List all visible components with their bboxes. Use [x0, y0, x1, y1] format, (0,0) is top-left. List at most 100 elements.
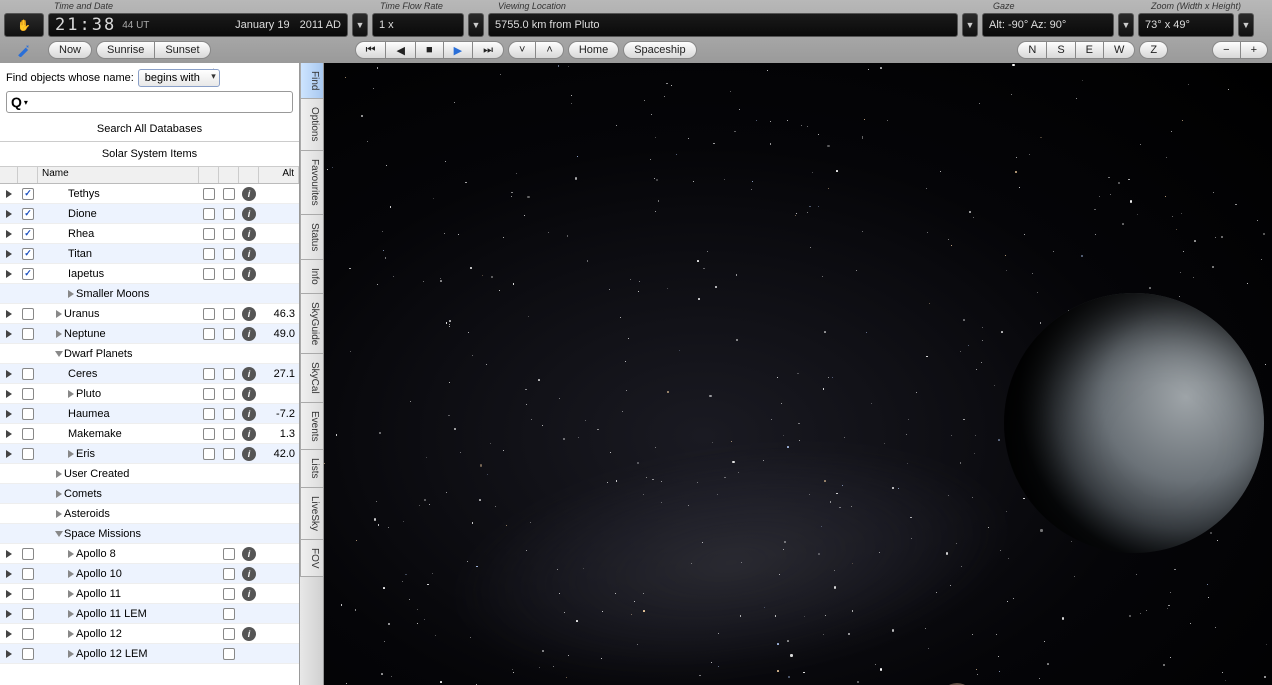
aux-checkbox-2[interactable] [223, 248, 235, 260]
disclosure-triangle-icon[interactable] [68, 610, 74, 618]
play-icon[interactable] [6, 630, 12, 638]
aux-checkbox-2[interactable] [223, 228, 235, 240]
tree-row[interactable]: Asteroids [0, 504, 299, 524]
zoom-in-button[interactable]: + [1240, 41, 1268, 59]
play-icon[interactable] [6, 590, 12, 598]
play-icon[interactable] [6, 370, 12, 378]
tree-row[interactable]: Tethysi [0, 184, 299, 204]
disclosure-triangle-icon[interactable] [56, 470, 62, 478]
tab-fov[interactable]: FOV [300, 540, 323, 578]
tree-row[interactable]: Plutoi [0, 384, 299, 404]
viewing-location-field[interactable]: 5755.0 km from Pluto [488, 13, 958, 37]
disclosure-triangle-icon[interactable] [68, 590, 74, 598]
object-tree[interactable]: TethysiDioneiRheaiTitaniIapetusiSmaller … [0, 184, 299, 685]
info-icon[interactable]: i [242, 247, 256, 261]
time-rate-dropdown[interactable]: ▼ [468, 13, 484, 37]
visibility-checkbox[interactable] [22, 648, 34, 660]
visibility-checkbox[interactable] [22, 568, 34, 580]
aux-checkbox-2[interactable] [223, 268, 235, 280]
tree-row[interactable]: Apollo 11i [0, 584, 299, 604]
visibility-checkbox[interactable] [22, 248, 34, 260]
visibility-checkbox[interactable] [22, 608, 34, 620]
visibility-checkbox[interactable] [22, 188, 34, 200]
look-down-button[interactable]: ˅ [508, 41, 535, 59]
search-all-databases-link[interactable]: Search All Databases [0, 117, 299, 142]
look-up-button[interactable]: ˄ [535, 41, 563, 59]
aux-checkbox-1[interactable] [203, 308, 215, 320]
info-icon[interactable]: i [242, 207, 256, 221]
aux-checkbox-1[interactable] [203, 188, 215, 200]
aux-checkbox-1[interactable] [203, 388, 215, 400]
skip-back-button[interactable]: ⏮ [355, 41, 386, 59]
visibility-checkbox[interactable] [22, 328, 34, 340]
aux-checkbox-2[interactable] [223, 388, 235, 400]
aux-checkbox-2[interactable] [223, 588, 235, 600]
tree-row[interactable]: Neptunei49.0 [0, 324, 299, 344]
now-button[interactable]: Now [48, 41, 92, 59]
aux-checkbox-1[interactable] [203, 208, 215, 220]
aux-checkbox-2[interactable] [223, 408, 235, 420]
aux-checkbox-1[interactable] [203, 328, 215, 340]
visibility-checkbox[interactable] [22, 208, 34, 220]
info-icon[interactable]: i [242, 367, 256, 381]
info-icon[interactable]: i [242, 407, 256, 421]
play-icon[interactable] [6, 570, 12, 578]
tree-row[interactable]: Smaller Moons [0, 284, 299, 304]
info-icon[interactable]: i [242, 387, 256, 401]
tree-row[interactable]: Uranusi46.3 [0, 304, 299, 324]
time-date-dropdown[interactable]: ▼ [352, 13, 368, 37]
info-icon[interactable]: i [242, 547, 256, 561]
info-icon[interactable]: i [242, 307, 256, 321]
aux-checkbox-1[interactable] [203, 228, 215, 240]
play-icon[interactable] [6, 430, 12, 438]
info-icon[interactable]: i [242, 227, 256, 241]
skip-forward-button[interactable]: ⏭ [472, 41, 504, 59]
visibility-checkbox[interactable] [22, 628, 34, 640]
dir-z-button[interactable]: Z [1139, 41, 1168, 59]
aux-checkbox-2[interactable] [223, 188, 235, 200]
play-icon[interactable] [6, 550, 12, 558]
dir-s-button[interactable]: S [1046, 41, 1074, 59]
aux-checkbox-2[interactable] [223, 428, 235, 440]
zoom-out-button[interactable]: − [1212, 41, 1239, 59]
tree-row[interactable]: Space Missions [0, 524, 299, 544]
tree-row[interactable]: Apollo 11 LEM [0, 604, 299, 624]
tab-lists[interactable]: Lists [300, 450, 323, 488]
search-mode-dropdown-icon[interactable]: ▾ [24, 98, 28, 107]
find-mode-select[interactable]: begins with [138, 69, 220, 87]
info-icon[interactable]: i [242, 187, 256, 201]
disclosure-triangle-icon[interactable] [68, 290, 74, 298]
disclosure-triangle-icon[interactable] [68, 630, 74, 638]
tab-favourites[interactable]: Favourites [300, 151, 323, 215]
visibility-checkbox[interactable] [22, 588, 34, 600]
tab-find[interactable]: Find [300, 63, 323, 99]
aux-checkbox-1[interactable] [203, 448, 215, 460]
aux-checkbox-1[interactable] [203, 268, 215, 280]
visibility-checkbox[interactable] [22, 448, 34, 460]
gaze-dropdown[interactable]: ▼ [1118, 13, 1134, 37]
info-icon[interactable]: i [242, 587, 256, 601]
sky-viewport[interactable] [324, 63, 1272, 685]
disclosure-triangle-icon[interactable] [56, 310, 62, 318]
aux-checkbox-2[interactable] [223, 608, 235, 620]
tab-options[interactable]: Options [300, 99, 323, 150]
play-icon[interactable] [6, 250, 12, 258]
play-icon[interactable] [6, 310, 12, 318]
aux-checkbox-2[interactable] [223, 568, 235, 580]
visibility-checkbox[interactable] [22, 228, 34, 240]
search-input[interactable] [32, 96, 288, 108]
info-icon[interactable]: i [242, 447, 256, 461]
aux-checkbox-2[interactable] [223, 208, 235, 220]
play-icon[interactable] [6, 190, 12, 198]
dir-w-button[interactable]: W [1103, 41, 1135, 59]
disclosure-triangle-icon[interactable] [68, 650, 74, 658]
tree-row[interactable]: Iapetusi [0, 264, 299, 284]
tree-row[interactable]: Dionei [0, 204, 299, 224]
play-icon[interactable] [6, 650, 12, 658]
sunset-button[interactable]: Sunset [154, 41, 210, 59]
aux-checkbox-2[interactable] [223, 628, 235, 640]
disclosure-triangle-icon[interactable] [56, 510, 62, 518]
play-icon[interactable] [6, 390, 12, 398]
aux-checkbox-2[interactable] [223, 448, 235, 460]
zoom-dropdown[interactable]: ▼ [1238, 13, 1254, 37]
